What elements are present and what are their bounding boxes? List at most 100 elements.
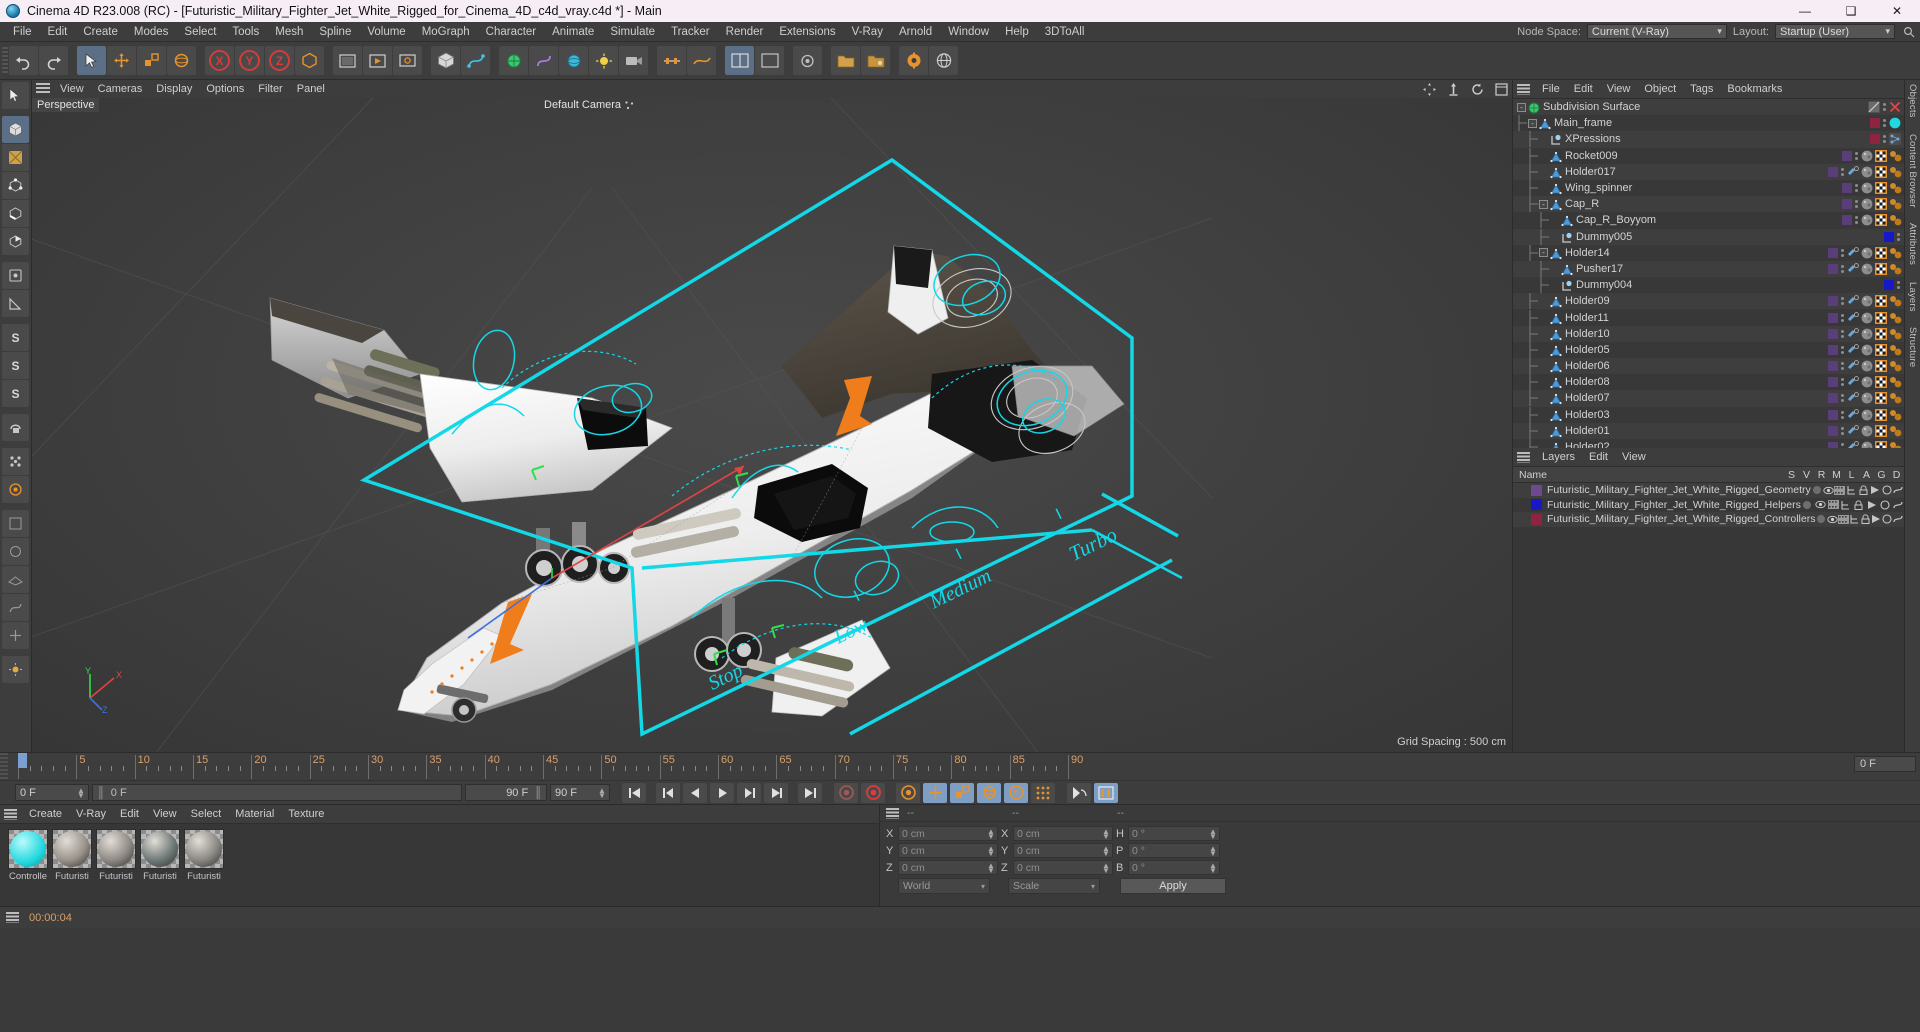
rotation-b-field[interactable]: 0 ° ▲ ▼ [1128, 860, 1220, 875]
scale-tool-button[interactable] [137, 46, 166, 75]
object-row[interactable]: - Main_frame [1513, 115, 1904, 132]
menu-volume[interactable]: Volume [359, 22, 413, 42]
texture-tag[interactable] [1861, 166, 1873, 178]
layer-generators-toggle[interactable] [1881, 485, 1893, 495]
constraint-tag[interactable] [1847, 311, 1859, 324]
material-item[interactable]: Futuristi [184, 829, 224, 906]
add-light-tool[interactable] [2, 656, 29, 683]
timeline-button[interactable] [657, 46, 686, 75]
menu-tools[interactable]: Tools [224, 22, 267, 42]
menu-mograph[interactable]: MoGraph [414, 22, 478, 42]
object-row[interactable]: Cap_R_Boyyom [1513, 212, 1904, 229]
texture-tag[interactable] [1861, 425, 1873, 437]
menu-simulate[interactable]: Simulate [602, 22, 663, 42]
maximize-button[interactable]: ❑ [1828, 0, 1874, 22]
vtab-attributes[interactable]: Attributes [1907, 223, 1918, 265]
layer-color-swatch[interactable] [1842, 150, 1852, 161]
constraint-tag[interactable] [1847, 424, 1859, 437]
scale-key-button[interactable] [950, 782, 974, 803]
material-item[interactable]: Futuristi [140, 829, 180, 906]
layer-deformers-toggle[interactable] [1891, 500, 1904, 510]
texture-tag[interactable] [1861, 182, 1873, 194]
layer-generators-toggle[interactable] [1882, 514, 1893, 524]
lock-workplane-tool[interactable] [2, 414, 29, 441]
visibility-dots[interactable] [1840, 296, 1845, 307]
go-to-end-button[interactable] [798, 782, 822, 803]
render-settings-button[interactable] [393, 46, 422, 75]
layer-generators-toggle[interactable] [1878, 500, 1891, 510]
menu-file[interactable]: File [5, 22, 40, 42]
expander-toggle[interactable]: - [1517, 102, 1526, 112]
object-manager-list[interactable]: - Subdivision Surface - Main_frame XPression… [1513, 99, 1904, 448]
render-to-picture-viewer-button[interactable] [363, 46, 392, 75]
layer-render-toggle[interactable] [1837, 514, 1849, 524]
phong-tag[interactable] [1889, 425, 1902, 437]
layer-visible-toggle[interactable] [1826, 515, 1838, 524]
layer-deformers-toggle[interactable] [1892, 485, 1904, 495]
menu-tracker[interactable]: Tracker [663, 22, 718, 42]
constraint-tag[interactable] [1847, 392, 1859, 404]
axis-y-lock-button[interactable]: Y [235, 46, 264, 75]
viewport-menu-filter[interactable]: Filter [251, 80, 289, 98]
object-row[interactable]: Holder03 [1513, 406, 1904, 423]
layer-row[interactable]: Futuristic_Military_Fighter_Jet_White_Ri… [1513, 512, 1904, 527]
layer-color-swatch[interactable] [1884, 231, 1894, 242]
object-row[interactable]: Holder06 [1513, 358, 1904, 375]
current-frame-field[interactable]: 0 F [1854, 756, 1916, 772]
visibility-dots[interactable] [1840, 442, 1845, 448]
layer-color-swatch[interactable] [1828, 377, 1838, 388]
phong-tag[interactable] [1889, 295, 1902, 307]
status-bar-hamburger-icon[interactable] [6, 912, 19, 923]
next-keyframe-button[interactable] [764, 782, 788, 803]
material-menu-create[interactable]: Create [22, 805, 69, 824]
visibility-dots[interactable] [1840, 409, 1845, 420]
parameter-key-button[interactable]: P [1004, 782, 1028, 803]
autokeying-button[interactable] [861, 782, 885, 803]
visibility-dots[interactable] [1854, 199, 1859, 210]
rotation-key-button[interactable] [977, 782, 1001, 803]
toolbar-grip[interactable] [2, 46, 8, 75]
layer-manager-list[interactable]: Futuristic_Military_Fighter_Jet_White_Ri… [1513, 483, 1904, 527]
texture-tag[interactable] [1861, 360, 1873, 372]
menu-help[interactable]: Help [997, 22, 1037, 42]
layer-color-swatch[interactable] [1842, 215, 1852, 226]
layer-color-swatch[interactable] [1828, 361, 1838, 372]
material-swatch-list[interactable]: Controlle Futuristi Futuristi Futuristi Futu… [0, 824, 879, 906]
uv-tag[interactable] [1875, 198, 1887, 211]
value-spinner[interactable]: ▲ ▼ [987, 861, 995, 874]
layer-color-swatch[interactable] [1828, 247, 1838, 258]
material-item[interactable]: Futuristi [96, 829, 136, 906]
bend-deformer-button[interactable] [529, 46, 558, 75]
object-row[interactable]: - Cap_R [1513, 196, 1904, 213]
object-menu-bookmarks[interactable]: Bookmarks [1720, 80, 1789, 99]
point-level-animation-button[interactable] [1031, 782, 1055, 803]
window-controls[interactable]: — ❑ ✕ [1782, 0, 1920, 22]
add-sphere-tool[interactable] [2, 538, 29, 565]
uv-tag[interactable] [1875, 214, 1887, 227]
uv-tag[interactable] [1875, 360, 1887, 373]
layer-animation-toggle[interactable] [1865, 500, 1878, 510]
object-row[interactable]: Dummy005 [1513, 228, 1904, 245]
object-row[interactable]: - Holder14 [1513, 244, 1904, 261]
node-space-dropdown[interactable]: Current (V-Ray) ▾ [1586, 24, 1727, 39]
layer-render-toggle[interactable] [1834, 485, 1846, 495]
layer-animation-toggle[interactable] [1871, 514, 1882, 524]
layer-manager-toggle[interactable] [1846, 485, 1858, 495]
material-menu-edit[interactable]: Edit [113, 805, 146, 824]
uv-tag[interactable] [1875, 327, 1887, 340]
material-menu-material[interactable]: Material [228, 805, 281, 824]
start-frame-spinner[interactable]: ▲ ▼ [77, 786, 85, 799]
visibility-dots[interactable] [1854, 215, 1859, 226]
layer-color-swatch[interactable] [1828, 442, 1838, 448]
move-tool-button[interactable] [107, 46, 136, 75]
constraint-tag[interactable] [1847, 441, 1859, 448]
visibility-dots[interactable] [1840, 393, 1845, 404]
uv-tag[interactable] [1875, 182, 1887, 195]
object-menu-view[interactable]: View [1600, 80, 1638, 99]
motion-system-button[interactable] [687, 46, 716, 75]
layer-visible-toggle[interactable] [1814, 500, 1827, 509]
layer-manager-toggle[interactable] [1840, 500, 1853, 510]
constraint-tag[interactable] [1847, 165, 1859, 178]
value-spinner[interactable]: ▲ ▼ [1102, 844, 1110, 857]
preview-end-field[interactable]: 90 F ║ [465, 784, 547, 801]
